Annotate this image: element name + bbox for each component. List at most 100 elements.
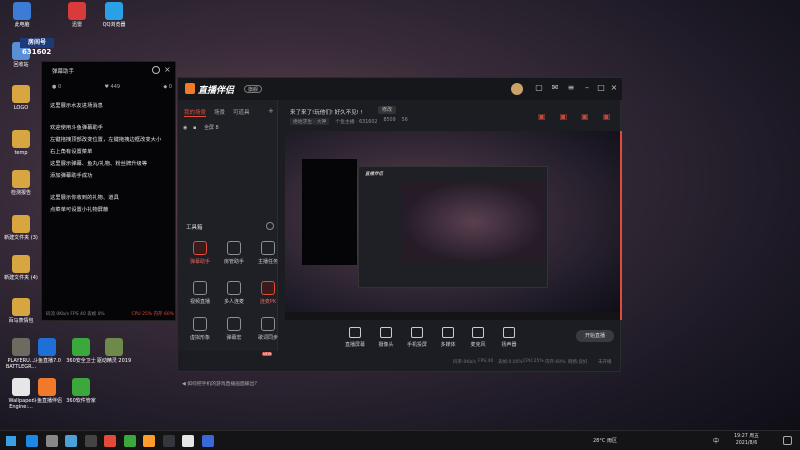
taskbar-app-icon[interactable]: [45, 435, 58, 447]
desktop-icon[interactable]: LOGO: [2, 85, 40, 111]
desktop-icon[interactable]: 新建文件夹 (4): [2, 255, 40, 281]
version-badge[interactable]: 旗舰: [244, 85, 263, 93]
close-icon[interactable]: ×: [607, 78, 621, 98]
tag-row: 绝地求生 · 大神 个鱼主播 · 631602 8509 56: [290, 118, 408, 125]
desktop-icon[interactable]: 百马表情包: [2, 298, 40, 324]
taskbar-app-icon[interactable]: [123, 435, 136, 447]
maximize-icon[interactable]: □: [594, 78, 608, 98]
danmu-footer: 码流 0Kb/s FPS 40 丢帧 0% CPU 25% 内存 60%: [46, 311, 174, 317]
taskbar-app-icon[interactable]: [65, 435, 77, 447]
desktop-icon[interactable]: 迅雷: [58, 2, 96, 28]
message-icon[interactable]: ✉: [548, 78, 562, 98]
settings-icon[interactable]: ≡: [564, 78, 578, 98]
tab-props[interactable]: 可道具: [233, 108, 250, 117]
tool-label: 弹幕助手: [189, 259, 210, 265]
tool-button[interactable]: 歌词同步: [250, 317, 286, 341]
tool-button[interactable]: 弹幕宏: [216, 317, 252, 341]
scene-add-icon[interactable]: +: [268, 107, 274, 115]
desktop-icon[interactable]: 检测报告: [2, 170, 40, 196]
tool-button[interactable]: 连麦PK: [250, 281, 286, 305]
danmu-line: 这里展示弹幕、鱼丸/礼物、粉丝牌升级等: [50, 161, 148, 167]
app-icon: [72, 338, 90, 356]
danmu-helper-panel[interactable]: 弹幕助手 × ● 0 ♥ 449 ◆ 0 这里展示水友进场消息 欢迎使用斗鱼弹幕…: [41, 61, 176, 321]
preview-canvas[interactable]: 直播伴侣: [285, 131, 622, 320]
tab-scenes[interactable]: 场景: [214, 108, 225, 117]
tool-button[interactable]: 视频直播: [182, 281, 218, 305]
clock[interactable]: 19:27 周五 2021/8/6: [734, 433, 759, 447]
taskbar-app-icon[interactable]: [84, 435, 97, 447]
scene-item-label: 全屏 8: [203, 125, 219, 131]
notify-icon[interactable]: ▣: [603, 112, 611, 121]
bottom-button-icon: [349, 327, 361, 338]
chart-icon[interactable]: ▣: [581, 112, 589, 121]
tools-collapse-icon[interactable]: [266, 222, 274, 230]
start-live-button[interactable]: 开始直播: [576, 330, 614, 342]
ime-indicator[interactable]: 中: [713, 436, 719, 445]
danmu-close-icon[interactable]: ×: [164, 65, 171, 74]
status-item: CPU:25%: [523, 359, 544, 364]
status-item: FPS:40: [478, 359, 494, 364]
taskbar-app-icon[interactable]: [26, 435, 38, 447]
minimize-icon[interactable]: –: [580, 78, 594, 98]
desktop-icon-label: 检测报告: [10, 190, 31, 196]
tool-button[interactable]: 多人连麦: [216, 281, 252, 305]
tool-icon: [193, 317, 207, 331]
danmu-line: [42, 182, 177, 192]
bottom-button-icon: [472, 327, 484, 338]
app-logo-icon: [185, 83, 195, 94]
gift-icon[interactable]: ▣: [538, 112, 546, 121]
danmu-line: 这里展示水友进场消息: [50, 103, 103, 109]
hot-tag: 8509: [383, 118, 396, 123]
desktop-icon-label: 驱动精灵 2019: [96, 358, 132, 364]
app-icon: [12, 130, 30, 148]
notification-icon[interactable]: [783, 436, 792, 445]
desktop-icon[interactable]: 斗鱼直播伴侣: [28, 378, 66, 404]
taskbar-app-icon[interactable]: [182, 435, 194, 447]
bottom-button[interactable]: 扬声器: [489, 327, 529, 348]
live-companion-window[interactable]: 直播伴侣 旗舰 ▢ ✉ ≡ – □ × 我的场景 场景 可道具 + ◉ ▪ 全屏…: [177, 77, 622, 387]
danmu-settings-icon[interactable]: [152, 66, 160, 74]
eye-icon[interactable]: ◉: [183, 125, 187, 131]
tool-button[interactable]: 房管助手: [216, 241, 252, 265]
skin-icon[interactable]: ▢: [532, 78, 546, 98]
notice-bar[interactable]: ◀ 如何把手机的游戏直播画面输出?: [182, 380, 292, 387]
share-icon[interactable]: ▣: [560, 112, 568, 121]
desktop-icon-label: 此电脑: [14, 22, 30, 28]
tool-label: 视频直播: [189, 299, 210, 305]
taskbar-app-icon[interactable]: [162, 435, 175, 447]
desktop-icon[interactable]: 新建文件夹 (3): [2, 215, 40, 241]
scene-item[interactable]: ◉ ▪ 全屏 8: [183, 124, 273, 134]
edit-title-button[interactable]: 修改: [378, 106, 397, 114]
lock-icon[interactable]: ▪: [193, 125, 196, 131]
desktop-icon[interactable]: 360软件管家: [62, 378, 100, 404]
desktop-icon[interactable]: 驱动精灵 2019: [95, 338, 133, 364]
desktop-icon-label: LOGO: [13, 105, 29, 111]
category-tag[interactable]: 绝地求生 · 大神: [290, 118, 330, 125]
user-avatar[interactable]: [511, 83, 523, 95]
taskbar-app-icon[interactable]: [201, 435, 214, 447]
desktop-icon-label: 回收站: [13, 62, 29, 68]
preview-inner-canvas: [402, 181, 545, 263]
desktop-icon-label: 360软件管家: [66, 398, 96, 404]
desktop-icon[interactable]: 此电脑: [3, 2, 41, 28]
tool-button[interactable]: 主播任务: [250, 241, 286, 265]
desktop-icon[interactable]: 斗鱼直播7.0: [28, 338, 66, 364]
tool-button[interactable]: 弹幕助手: [182, 241, 218, 265]
desktop-icon[interactable]: QQ浏览器: [95, 2, 133, 28]
app-icon: [105, 338, 123, 356]
windows-taskbar: 28°C 雨区 中 19:27 周五 2021/8/6: [0, 430, 800, 450]
preview-nested-danmu: [302, 159, 357, 265]
taskbar-app-icon[interactable]: [143, 435, 155, 447]
desktop-icon-label: 迅雷: [71, 22, 82, 28]
desktop-icon-label: 新建文件夹 (4): [4, 275, 38, 281]
taskbar-app-icon[interactable]: [104, 435, 116, 447]
tab-my-scenes[interactable]: 我的场景: [184, 108, 207, 117]
tool-label: 弹幕宏: [226, 335, 242, 341]
app-icon: [12, 215, 30, 233]
desktop-icon[interactable]: temp: [2, 130, 40, 156]
tool-icon: [227, 317, 241, 331]
bottom-button-label: 扬声器: [501, 342, 517, 348]
tool-button[interactable]: 虚拟形象: [182, 317, 218, 341]
weather[interactable]: 28°C 雨区: [593, 437, 617, 444]
start-icon[interactable]: [6, 436, 16, 446]
